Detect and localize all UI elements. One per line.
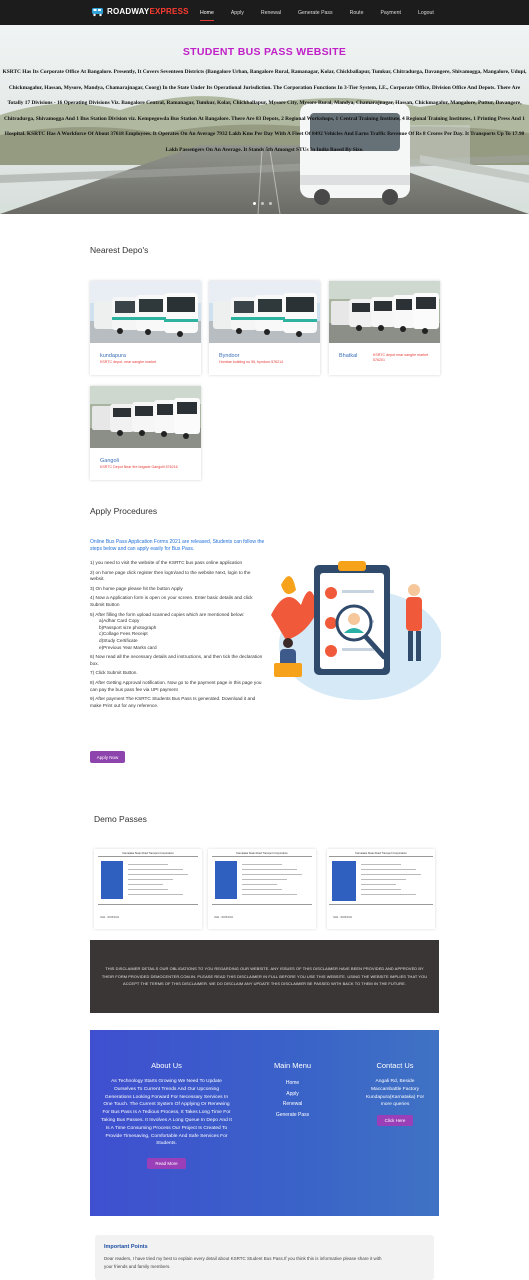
read-more-button[interactable]: Read More — [147, 1158, 186, 1170]
apply-step: 8) After Getting Approval notification. … — [90, 679, 262, 692]
nav-logout[interactable]: Logout — [418, 6, 434, 20]
footer-about-title: About Us — [151, 1061, 182, 1070]
important-points-title: Important Points — [104, 1244, 148, 1250]
nav-payment[interactable]: Payment — [380, 6, 400, 20]
brand-name: ROADWAY — [107, 7, 150, 16]
demo-pass-card-3[interactable]: Karnataka State Road Transport Corporati… — [327, 849, 435, 929]
required-doc: b)Passport size photograph — [99, 624, 157, 630]
footer-link-apply[interactable]: Apply — [260, 1089, 325, 1100]
pass-header: Karnataka State Road Transport Corporati… — [98, 852, 198, 857]
bus-photo — [209, 281, 320, 343]
disclaimer-panel: THIS DISCLAIMER DETAILS OUR OBLIGATIONS … — [90, 940, 439, 1013]
footer-contact-text: Angali Rd, Beside Maccambattle Factory K… — [365, 1079, 425, 1108]
depo-name: Byndoor — [219, 353, 240, 359]
site-footer: About Us As Technology Starts Growing We… — [90, 1030, 439, 1216]
apply-heading: Apply Procedures — [90, 506, 158, 516]
required-doc: c)Collage Fees Receipt — [99, 631, 148, 637]
carousel-dot-2[interactable] — [261, 202, 264, 205]
nav-home[interactable]: Home — [200, 6, 214, 21]
depo-address: KSRTC Depot Near fire brigade Gangolli 5… — [100, 465, 178, 469]
pass-document: Karnataka State Road Transport Corporati… — [329, 852, 433, 912]
depo-card-kundapura[interactable]: kundapura KSRTC depot, near sanghe marke… — [90, 281, 201, 375]
depo-address: Hombar building no 55, byndoor 576214 — [219, 360, 284, 364]
pass-header: Karnataka State Road Transport Corporati… — [212, 852, 312, 857]
depo-address: KSRTC depot near sanghe market 576201 — [373, 353, 429, 362]
application-form-illustration — [271, 561, 441, 700]
footer-menu-title: Main Menu — [273, 1061, 312, 1070]
brand-logo[interactable]: ROADWAYEXPRESS — [91, 6, 189, 17]
apply-step: 5) After filling the form upload scanned… — [90, 611, 245, 617]
top-navbar: ROADWAYEXPRESS Home Apply Renewal Genera… — [0, 0, 529, 25]
hero-carousel: STUDENT BUS PASS WEBSITE KSRTC Has Its C… — [0, 25, 529, 214]
depos-heading: Nearest Depo's — [90, 245, 149, 255]
required-doc: d)Study Certificate — [99, 637, 138, 643]
pass-document: Karnataka State Road Transport Corporati… — [98, 852, 198, 912]
pass-photo — [101, 861, 123, 899]
pass-document: Karnataka State Road Transport Corporati… — [212, 852, 312, 912]
pass-validity: Valid - 30/05/2021 — [214, 916, 234, 919]
pass-header: Karnataka State Road Transport Corporati… — [329, 852, 433, 857]
footer-contact-title: Contact Us — [376, 1061, 414, 1070]
bus-logo-icon — [92, 8, 103, 17]
apply-step: 1) you need to visit the website of the … — [90, 560, 243, 565]
demo-pass-card-1[interactable]: Karnataka State Road Transport Corporati… — [94, 849, 202, 929]
nav-renewal[interactable]: Renewal — [261, 6, 281, 20]
depo-card-byndoor[interactable]: Byndoor Hombar building no 55, byndoor 5… — [209, 281, 320, 375]
depo-card-gangoli[interactable]: Gangoli KSRTC Depot Near fire brigade Ga… — [90, 386, 201, 480]
carousel-dot-3[interactable] — [269, 202, 272, 205]
footer-link-renewal[interactable]: Renewal — [260, 1099, 325, 1110]
footer-about-text: As Technology Starts Growing We Need To … — [101, 1079, 232, 1147]
apply-step: 6) Now read all the necessary details an… — [90, 654, 263, 666]
apply-intro: Online Bus Pass Application Forms 2021 a… — [90, 539, 265, 552]
apply-now-button[interactable]: Apply Now — [90, 751, 125, 763]
important-points-text: Dear readers, I have tried my best to ex… — [104, 1256, 382, 1269]
footer-link-generate-pass[interactable]: Generate Pass — [260, 1110, 325, 1121]
apply-step: 9) After payment The KSRTC Students Bus … — [90, 696, 256, 708]
apply-step: 2) on home page click register then logI… — [90, 569, 251, 582]
footer-main-menu: Main Menu Home Apply Renewal Generate Pa… — [260, 1061, 325, 1120]
footer-contact: Contact Us Angali Rd, Beside Maccambattl… — [360, 1061, 430, 1127]
nav-route[interactable]: Route — [350, 6, 364, 20]
footer-link-home[interactable]: Home — [260, 1078, 325, 1089]
apply-step: 4) Now a Application form is open on you… — [90, 595, 253, 607]
nav-apply[interactable]: Apply — [231, 6, 244, 20]
bus-photo — [90, 386, 201, 448]
nav-menu: Home Apply Renewal Generate Pass Route P… — [200, 0, 451, 25]
hero-title: STUDENT BUS PASS WEBSITE — [182, 46, 347, 58]
carousel-indicators — [253, 202, 277, 205]
pass-photo — [332, 861, 356, 901]
apply-step: 7) Click Submit Button. — [90, 670, 138, 676]
bus-photo — [90, 281, 201, 343]
carousel-dot-1[interactable] — [253, 202, 256, 205]
depo-name: Gangoli — [100, 458, 119, 464]
depo-card-bhatkal[interactable]: Bhatkal KSRTC depot near sanghe market 5… — [329, 281, 440, 375]
apply-step: 3) On home page please hit the button Ap… — [90, 585, 183, 591]
important-points-panel: Important Points Dear readers, I have tr… — [95, 1235, 434, 1280]
pass-validity: Valid - 30/05/2021 — [100, 916, 120, 919]
depo-name: kundapura — [100, 353, 126, 359]
brand-name-accent: EXPRESS — [149, 7, 189, 16]
pass-validity: Valid - 30/05/2021 — [333, 916, 353, 919]
required-doc: a)Adhar Card Copy — [99, 618, 140, 624]
apply-steps-list: 1) you need to visit the website of the … — [90, 560, 265, 712]
hero-description: KSRTC Has Its Corporate Office At Bangal… — [2, 69, 527, 153]
demo-heading: Demo Passes — [94, 814, 147, 824]
nav-generate-pass[interactable]: Generate Pass — [298, 6, 333, 20]
depo-name: Bhatkal — [339, 353, 358, 359]
required-doc: e)Previous Year Marks card — [99, 644, 157, 650]
disclaimer-text: THIS DISCLAIMER DETAILS OUR OBLIGATIONS … — [101, 966, 428, 987]
contact-click-here-button[interactable]: Click Here — [376, 1115, 414, 1127]
depo-address: KSRTC depot, near sanghe market — [100, 360, 157, 364]
demo-pass-card-2[interactable]: Karnataka State Road Transport Corporati… — [208, 849, 316, 929]
bus-photo — [329, 281, 440, 343]
footer-about: About Us As Technology Starts Growing We… — [100, 1061, 233, 1170]
pass-photo — [215, 861, 237, 899]
